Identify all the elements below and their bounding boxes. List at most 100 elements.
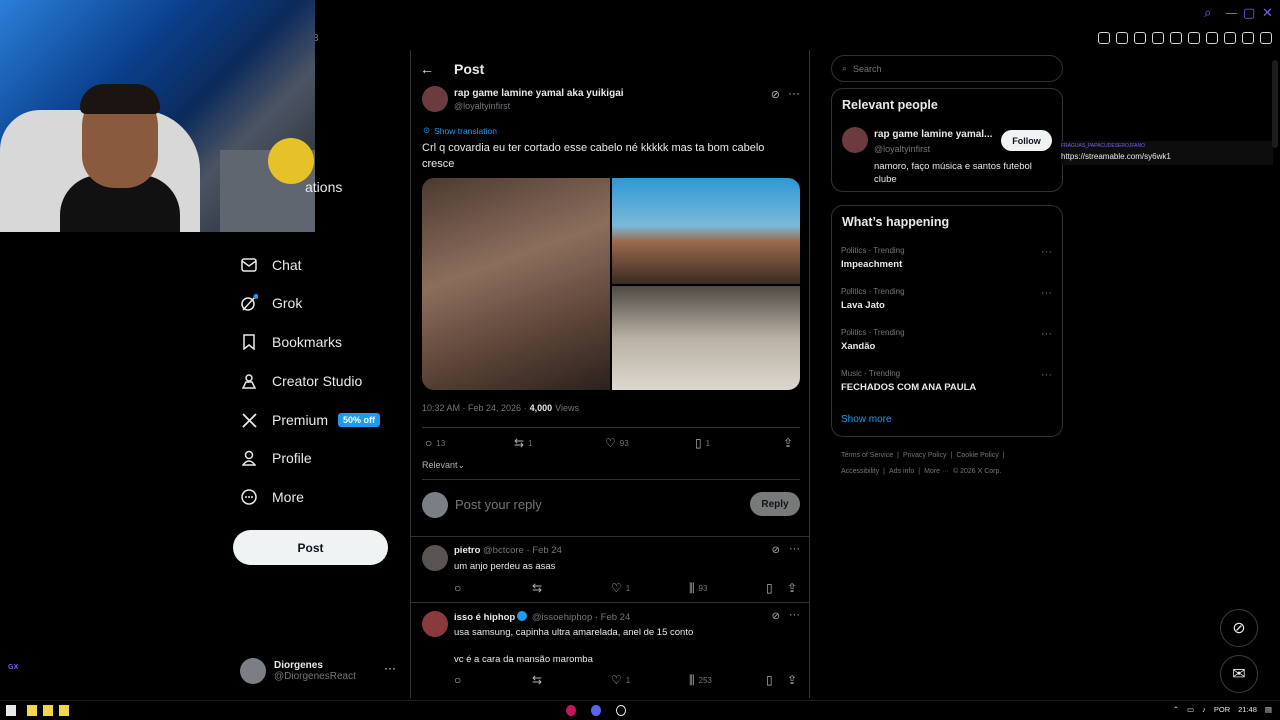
sidebar-item-premium[interactable]: Premium 50% off — [240, 405, 381, 435]
footer-link[interactable]: Accessibility — [841, 468, 879, 475]
repost-action[interactable]: ⇆ — [532, 673, 542, 687]
language-indicator[interactable]: POR — [1214, 705, 1230, 714]
tooltip-url[interactable]: https://streamable.com/sy6wk1 — [1061, 152, 1171, 161]
grok-icon[interactable]: ⊘ — [772, 545, 780, 556]
trend-item[interactable]: Politics · Trending Impeachment ··· — [841, 246, 1056, 270]
reply-author-name[interactable]: isso é hiphop — [454, 612, 515, 623]
like-action[interactable]: ♡ 1 — [611, 581, 630, 595]
footer-link[interactable]: More ··· — [924, 468, 949, 475]
media-photo[interactable] — [612, 178, 800, 284]
more-dots-icon[interactable]: ··· — [1041, 369, 1052, 381]
author-avatar[interactable] — [422, 86, 448, 112]
bookmark-action[interactable]: ▯ 1 — [695, 436, 710, 450]
discord-icon[interactable] — [591, 705, 601, 716]
like-action[interactable]: ♡ 1 — [611, 673, 630, 687]
more-dots-icon[interactable]: ··· — [788, 86, 800, 100]
minimize-icon[interactable]: — — [1225, 6, 1238, 21]
sidebar-item-more[interactable]: More — [240, 482, 304, 512]
more-dots-icon[interactable]: ··· — [1041, 287, 1052, 299]
maximize-icon[interactable]: ▢ — [1243, 6, 1255, 21]
messages-fab-button[interactable]: ✉ — [1220, 655, 1258, 693]
show-more-link[interactable]: Show more — [841, 414, 892, 425]
trend-item[interactable]: Politics · Trending Xandão ··· — [841, 328, 1056, 352]
extension-icon[interactable] — [1260, 32, 1272, 44]
grok-fab-button[interactable]: ⊘ — [1220, 609, 1258, 647]
footer-link[interactable]: Ads info — [889, 468, 914, 475]
avatar[interactable] — [842, 127, 868, 153]
reply-button[interactable]: Reply — [750, 492, 800, 516]
windows-start-icon[interactable] — [6, 705, 16, 716]
reply-sort-dropdown[interactable]: Relevant⌄ — [422, 460, 465, 471]
account-switcher[interactable]: Diorgenes @DiorgenesReact ··· — [240, 655, 400, 687]
views-action[interactable]: ⫼ 253 — [689, 673, 712, 688]
extension-icon[interactable] — [1098, 32, 1110, 44]
footer-link[interactable]: Cookie Policy — [956, 452, 998, 459]
post-media-grid[interactable] — [422, 178, 800, 390]
author-name[interactable]: rap game lamine yamal aka yuikigai — [454, 88, 624, 99]
bookmark-action[interactable]: ▯ — [766, 673, 773, 687]
grok-icon[interactable]: ⊘ — [771, 88, 780, 101]
reply-item[interactable]: pietro @bctcore · Feb 24 ⊘ ··· um anjo p… — [422, 543, 800, 596]
scrollbar[interactable] — [1272, 60, 1278, 148]
footer-link[interactable]: Terms of Service — [841, 452, 893, 459]
close-icon[interactable]: ✕ — [1262, 6, 1273, 21]
extension-icon[interactable] — [1134, 32, 1146, 44]
share-action[interactable]: ⇪ — [783, 436, 793, 450]
sidebar-item-notifications[interactable]: ations — [305, 172, 342, 202]
reply-item[interactable]: isso é hiphop @issoehiphop · Feb 24 ⊘ ··… — [422, 609, 800, 691]
extension-icon[interactable] — [1116, 32, 1128, 44]
more-dots-icon[interactable]: ··· — [1041, 328, 1052, 340]
back-arrow-icon[interactable]: ← — [420, 61, 434, 77]
extension-icon[interactable] — [1224, 32, 1236, 44]
sticky-note-icon[interactable] — [43, 705, 53, 716]
trend-item[interactable]: Politics · Trending Lava Jato ··· — [841, 287, 1056, 311]
follow-button[interactable]: Follow — [1001, 130, 1052, 151]
compose-post-button[interactable]: Post — [233, 530, 388, 565]
extension-icon[interactable] — [1152, 32, 1164, 44]
bookmark-action[interactable]: ▯ — [766, 581, 773, 595]
search-input[interactable]: ⌕ Search — [831, 55, 1063, 82]
share-action[interactable]: ⇪ — [787, 581, 797, 595]
grok-icon[interactable]: ⊘ — [772, 611, 780, 622]
reply-action[interactable]: ○ 13 — [425, 436, 445, 450]
more-dots-icon[interactable]: ··· — [1041, 246, 1052, 258]
more-dots-icon[interactable]: ··· — [789, 609, 800, 621]
author-handle[interactable]: @loyaltyinfirst — [454, 101, 510, 111]
share-action[interactable]: ⇪ — [787, 673, 797, 687]
notification-icon[interactable]: ▤ — [1265, 705, 1272, 714]
extension-icon[interactable] — [1188, 32, 1200, 44]
extension-icon[interactable] — [1206, 32, 1218, 44]
search-icon[interactable]: ⌕ — [1204, 6, 1211, 21]
reply-action[interactable]: ○ — [454, 673, 461, 687]
reply-action[interactable]: ○ — [454, 581, 461, 595]
media-photo[interactable] — [422, 178, 610, 390]
reply-input[interactable]: Post your reply — [455, 497, 542, 512]
extension-icon[interactable] — [1242, 32, 1254, 44]
views-action[interactable]: ⫼ 93 — [689, 581, 707, 596]
opera-gx-icon[interactable] — [566, 705, 576, 716]
sticky-note-icon[interactable] — [27, 705, 37, 716]
like-action[interactable]: ♡ 93 — [605, 436, 629, 450]
sidebar-item-creator-studio[interactable]: Creator Studio — [240, 366, 362, 396]
sidebar-item-chat[interactable]: Chat — [240, 250, 302, 280]
reply-author-name[interactable]: pietro — [454, 545, 480, 556]
repost-action[interactable]: ⇆ — [532, 581, 542, 595]
sidebar-item-grok[interactable]: Grok — [240, 288, 302, 318]
sidebar-item-profile[interactable]: Profile — [240, 443, 312, 473]
clock[interactable]: 21:48 — [1238, 705, 1257, 714]
repost-action[interactable]: ⇆ 1 — [514, 436, 533, 450]
app-icon[interactable] — [616, 705, 626, 716]
show-translation-link[interactable]: ⊙ Show translation — [423, 125, 497, 136]
more-dots-icon[interactable]: ··· — [384, 661, 396, 675]
extension-icon[interactable] — [1170, 32, 1182, 44]
sidebar-item-bookmarks[interactable]: Bookmarks — [240, 327, 342, 357]
more-dots-icon[interactable]: ··· — [789, 543, 800, 555]
media-photo[interactable] — [612, 286, 800, 390]
speaker-icon[interactable]: ♪ — [1202, 705, 1206, 714]
chevron-up-icon[interactable]: ⌃ — [1173, 705, 1179, 714]
person-name[interactable]: rap game lamine yamal... — [874, 129, 992, 140]
footer-link[interactable]: Privacy Policy — [903, 452, 947, 459]
sticky-note-icon[interactable] — [59, 705, 69, 716]
trend-item[interactable]: Music · Trending FECHADOS COM ANA PAULA … — [841, 369, 1056, 393]
network-icon[interactable]: ▭ — [1187, 705, 1194, 714]
